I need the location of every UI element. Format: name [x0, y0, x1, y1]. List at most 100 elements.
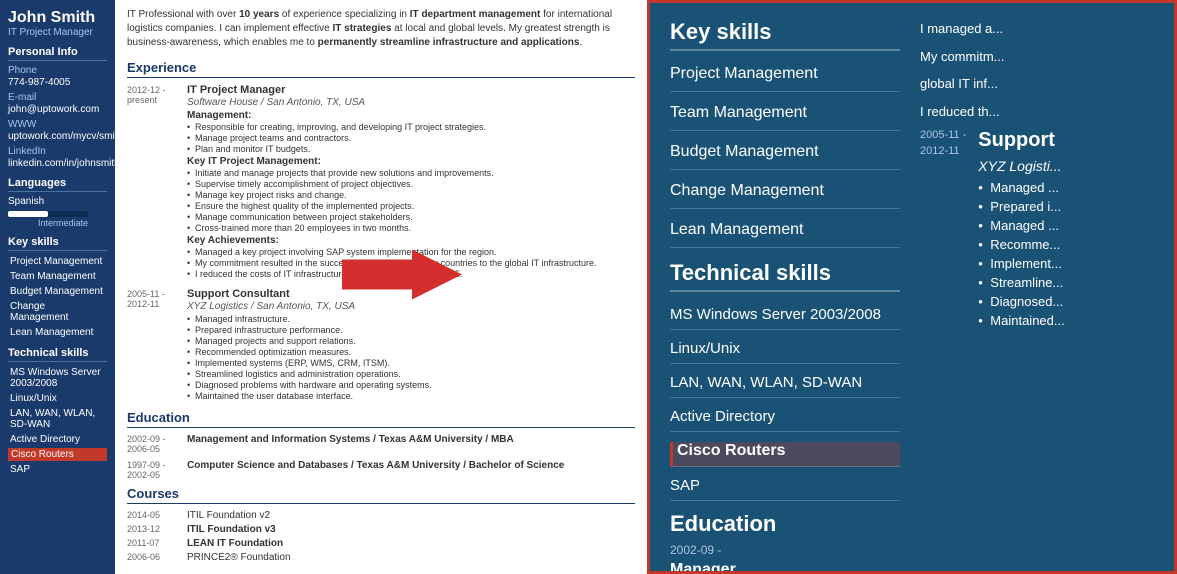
rp-sb3: Managed ...	[978, 218, 1064, 233]
job1-bullet6: Manage key project risks and change.	[187, 190, 635, 200]
job1-bullet4: Initiate and manage projects that provid…	[187, 168, 635, 178]
edu1-detail: Management and Information Systems / Tex…	[187, 434, 635, 454]
job2-date: 2005-11 -2012-11	[127, 288, 187, 402]
job1-achievements-label: Key Achievements:	[187, 235, 635, 246]
rp-support-title: Support	[978, 129, 1064, 152]
right-panel: Key skills Project Management Team Manag…	[647, 0, 1177, 574]
www-value: uptowork.com/mycv/smith	[8, 131, 107, 142]
rp-tech-title: Technical skills	[670, 260, 900, 292]
courses-heading: Courses	[127, 486, 635, 504]
job1-ach1: Managed a key project involving SAP syst…	[187, 247, 635, 257]
rp-tech-1: MS Windows Server 2003/2008	[670, 306, 900, 330]
job1-bullet2: Manage project teams and contractors.	[187, 133, 635, 143]
rp-edu-date: 2002-09 -	[670, 543, 900, 557]
sidebar: John Smith IT Project Manager Personal I…	[0, 0, 115, 574]
rp-tech-4: Active Directory	[670, 408, 900, 432]
education-heading: Education	[127, 410, 635, 428]
main-content: IT Professional with over 10 years of ex…	[115, 0, 647, 574]
job2-b4: Recommended optimization measures.	[187, 347, 635, 357]
rp-sb6: Streamline...	[978, 275, 1064, 290]
job2-b5: Implemented systems (ERP, WMS, CRM, ITSM…	[187, 358, 635, 368]
rp-intro-4: I reduced th...	[920, 102, 1154, 122]
linkedin-label: LinkedIn	[8, 146, 107, 157]
user-job-title: IT Project Manager	[8, 27, 107, 38]
skill-sap: SAP	[8, 463, 107, 476]
rp-intro-3: global IT inf...	[920, 74, 1154, 94]
edu1-title: Management and Information Systems / Tex…	[187, 434, 635, 445]
edu2-detail: Computer Science and Databases / Texas A…	[187, 460, 635, 480]
course-3: 2011-07 LEAN IT Foundation	[127, 538, 635, 549]
bio-text: IT Professional with over 10 years of ex…	[127, 8, 635, 50]
job1-ach2: My commitment resulted in the successful…	[187, 258, 635, 268]
rp-edu-degree: Manager	[670, 561, 900, 574]
rp-tech-6-sap: SAP	[670, 477, 900, 501]
rp-sb8: Maintained...	[978, 313, 1064, 328]
rp-support-detail: Support XYZ Logisti... Managed ... Prepa…	[978, 129, 1064, 332]
job1-detail: IT Project Manager Software House / San …	[187, 84, 635, 280]
rp-sb7: Diagnosed...	[978, 294, 1064, 309]
skill-active-directory: Active Directory	[8, 433, 107, 446]
rp-sb1: Managed ...	[978, 180, 1064, 195]
right-col-1: Key skills Project Management Team Manag…	[670, 19, 900, 574]
course-4: 2006-06 PRINCE2® Foundation	[127, 552, 635, 563]
job1-ach3: I reduced the costs of IT infrastructure…	[187, 269, 635, 279]
key-skills-section: Key skills	[8, 236, 107, 251]
language-name: Spanish	[8, 196, 107, 207]
phone-label: Phone	[8, 65, 107, 76]
rp-support-company: XYZ Logisti...	[978, 158, 1064, 174]
course3-title: LEAN IT Foundation	[187, 538, 283, 549]
course2-date: 2013-12	[127, 524, 187, 535]
course4-title: PRINCE2® Foundation	[187, 552, 291, 563]
course-1: 2014-05 ITIL Foundation v2	[127, 510, 635, 521]
user-name: John Smith	[8, 8, 107, 27]
edu-item-2: 1997-09 -2002-05 Computer Science and Da…	[127, 460, 635, 480]
rp-edu-title: Education	[670, 511, 900, 537]
rp-sb4: Recomme...	[978, 237, 1064, 252]
email-value: john@uptowork.com	[8, 104, 107, 115]
www-label: WWW	[8, 119, 107, 130]
course4-date: 2006-06	[127, 552, 187, 563]
rp-skill-5: Lean Management	[670, 221, 900, 248]
rp-sb5: Implement...	[978, 256, 1064, 271]
experience-heading: Experience	[127, 60, 635, 78]
skill-cisco-routers: Cisco Routers	[8, 448, 107, 461]
email-label: E-mail	[8, 92, 107, 103]
job1-bullet1: Responsible for creating, improving, and…	[187, 122, 635, 132]
phone-value: 774-987-4005	[8, 77, 107, 88]
job1-bullet3: Plan and monitor IT budgets.	[187, 144, 635, 154]
job1-bullet7: Ensure the highest quality of the implem…	[187, 201, 635, 211]
job1-bullet8: Manage communication between project sta…	[187, 212, 635, 222]
rp-sb2: Prepared i...	[978, 199, 1064, 214]
job1-date: 2012-12 -present	[127, 84, 187, 280]
job-item-2: 2005-11 -2012-11 Support Consultant XYZ …	[127, 288, 635, 402]
rp-intro-2: My commitm...	[920, 47, 1154, 67]
edu-item-1: 2002-09 -2006-05 Management and Informat…	[127, 434, 635, 454]
job1-company: Software House / San Antonio, TX, USA	[187, 97, 635, 108]
skill-ms-windows: MS Windows Server 2003/2008	[8, 366, 107, 390]
job1-bullet9: Cross-trained more than 20 employees in …	[187, 223, 635, 233]
job2-b3: Managed projects and support relations.	[187, 336, 635, 346]
course3-date: 2011-07	[127, 538, 187, 549]
edu1-date: 2002-09 -2006-05	[127, 434, 187, 454]
job1-title: IT Project Manager	[187, 84, 635, 96]
skill-change-management: Change Management	[8, 300, 107, 324]
rp-tech-3: LAN, WAN, WLAN, SD-WAN	[670, 374, 900, 398]
job1-section2: Key IT Project Management:	[187, 156, 635, 167]
skill-lan-wan: LAN, WAN, WLAN, SD-WAN	[8, 407, 107, 431]
language-bar-fill	[8, 211, 48, 217]
right-col-2: I managed a... My commitm... global IT i…	[920, 19, 1154, 574]
rp-support-date-end: 2012-11	[920, 145, 966, 157]
skill-linux: Linux/Unix	[8, 392, 107, 405]
job2-b1: Managed infrastructure.	[187, 314, 635, 324]
rp-tech-5-cisco: Cisco Routers	[670, 442, 900, 467]
rp-skill-1: Project Management	[670, 65, 900, 92]
rp-key-skills-title: Key skills	[670, 19, 900, 51]
job2-b8: Maintained the user database interface.	[187, 391, 635, 401]
rp-support-date-start: 2005-11 -	[920, 129, 966, 141]
job2-b7: Diagnosed problems with hardware and ope…	[187, 380, 635, 390]
course1-title: ITIL Foundation v2	[187, 510, 270, 521]
course-2: 2013-12 ITIL Foundation v3	[127, 524, 635, 535]
languages-section: Languages	[8, 177, 107, 192]
linkedin-value: linkedin.com/in/johnsmith	[8, 158, 107, 169]
rp-tech-2: Linux/Unix	[670, 340, 900, 364]
